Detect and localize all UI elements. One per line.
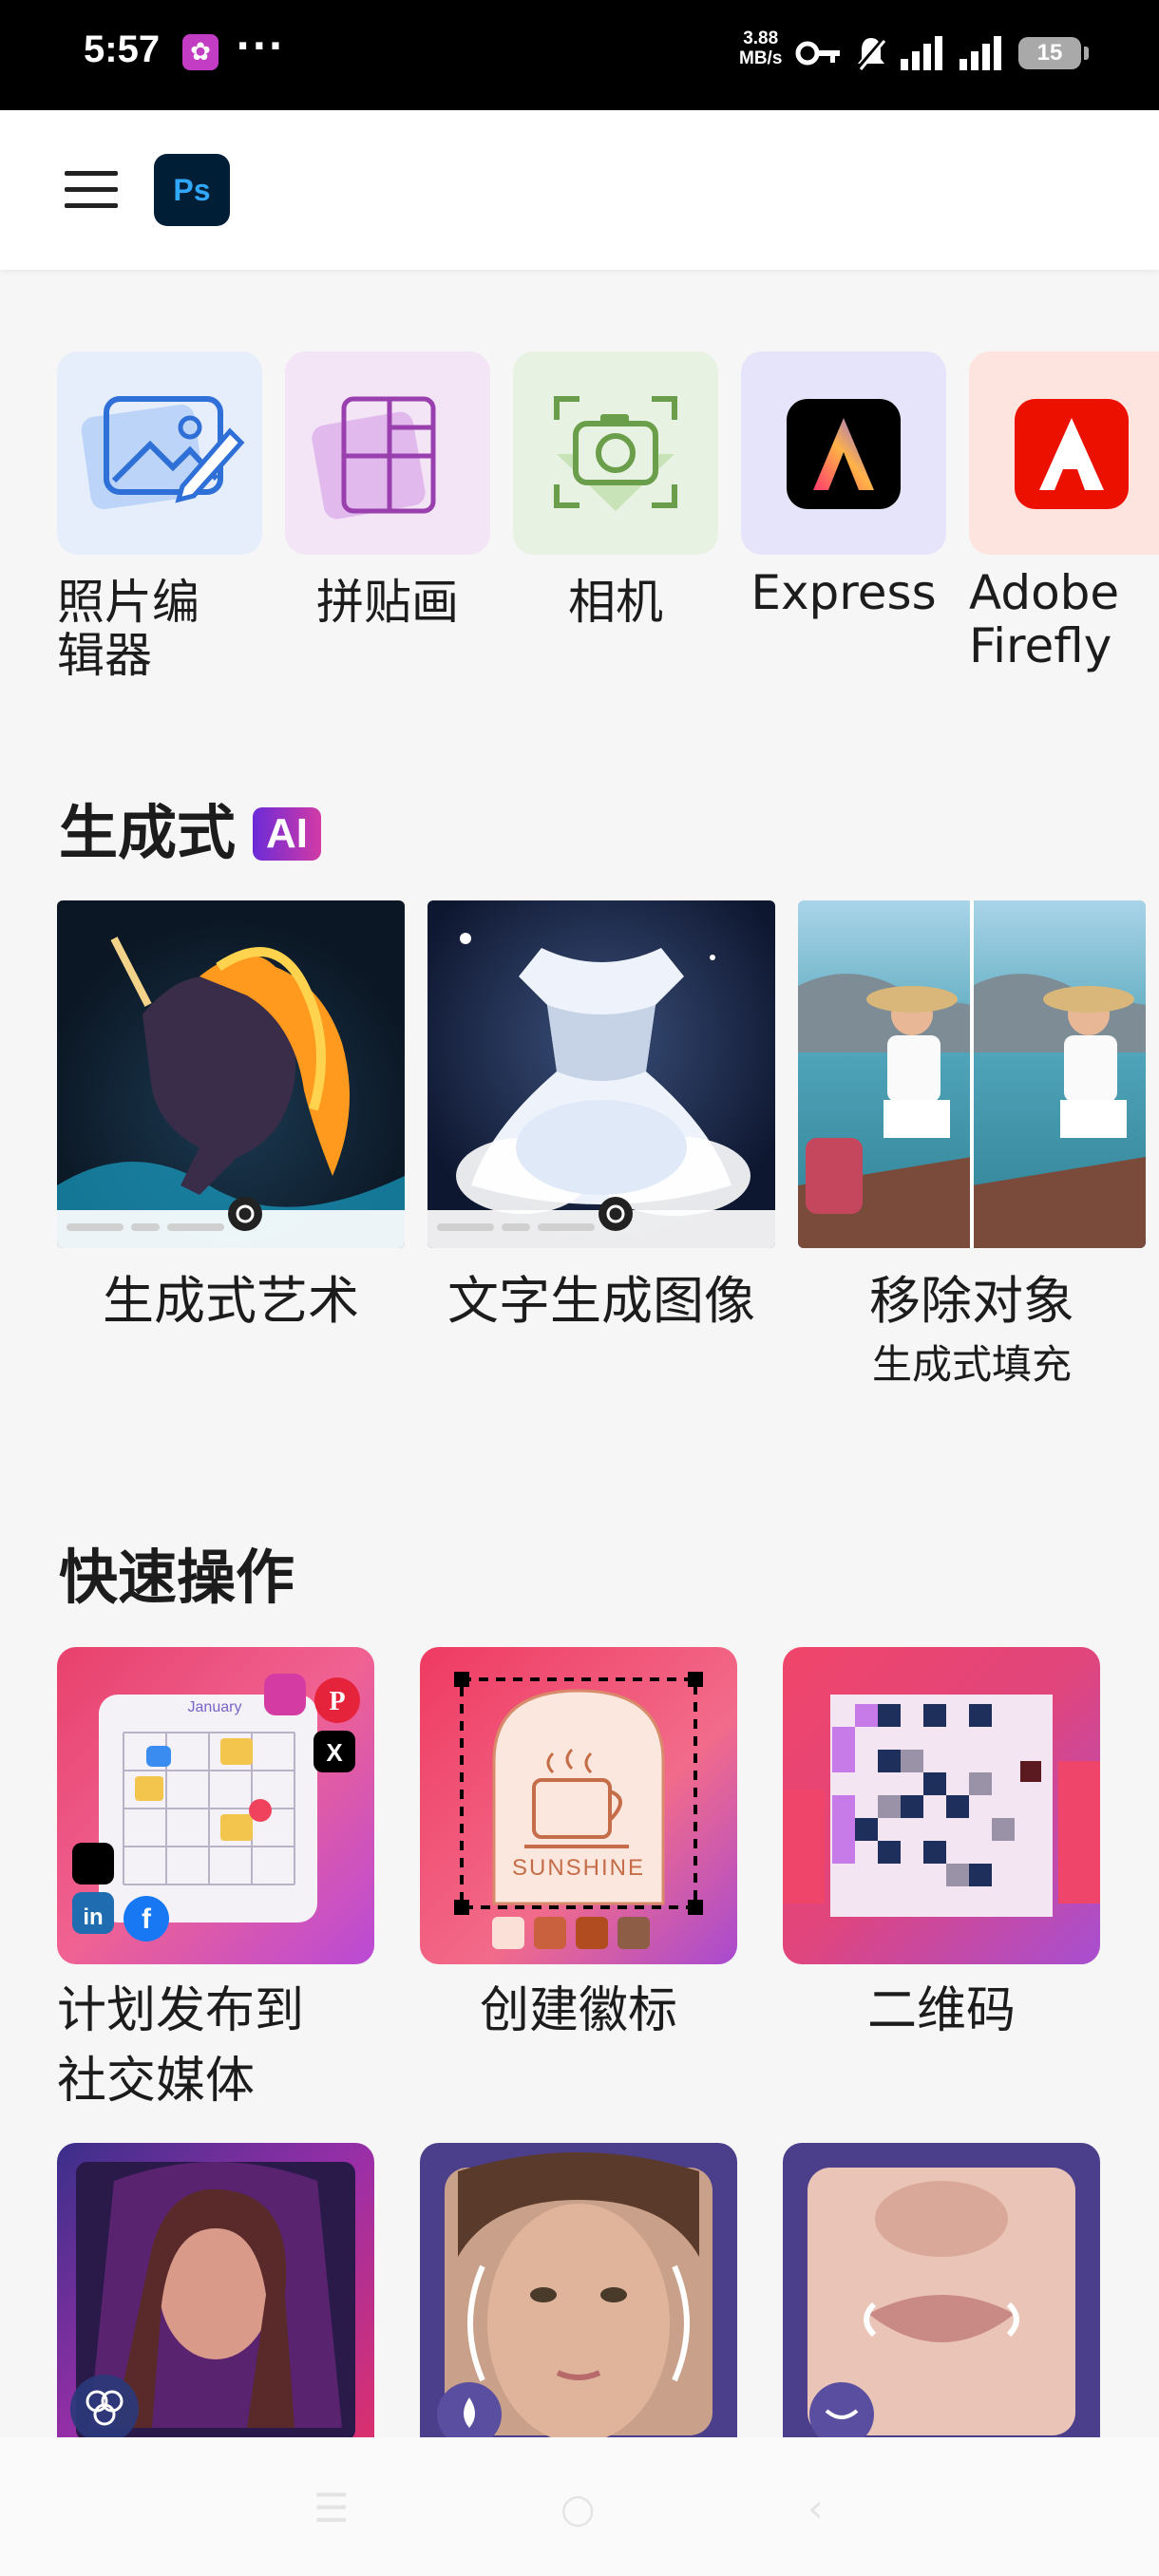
gen-card-text-to-image[interactable]: 文字生成图像	[428, 900, 775, 1332]
camera-icon	[513, 351, 718, 555]
beach-woman-image	[798, 900, 1146, 1248]
system-nav-bar: ☰ ○ ‹	[0, 2437, 1159, 2576]
quick-action-portrait-effects[interactable]	[57, 2143, 374, 2460]
unicorn-image	[57, 900, 405, 1248]
status-bar: 5:57 ✿ ··· 3.88 MB/s 15	[0, 0, 1159, 110]
status-time: 5:57	[84, 28, 161, 70]
recents-nav-icon[interactable]: ☰	[314, 2485, 350, 2531]
notification-app-icon: ✿	[182, 34, 218, 70]
tool-label: Adobe Firefly	[969, 565, 1120, 673]
tool-label: 相机	[568, 575, 663, 630]
social-calendar-image: January f in X P	[57, 1647, 374, 1964]
quick-action-title: 创建徽标	[479, 1982, 677, 2039]
more-notifications-icon: ···	[236, 25, 285, 68]
adobe-express-icon	[741, 351, 946, 555]
tool-camera[interactable]: 相机	[513, 351, 718, 629]
network-speed-value: 3.88	[743, 28, 779, 48]
logo-maker-image: SUNSHINE	[420, 1647, 737, 1964]
quick-action-qr[interactable]: 二维码	[783, 1647, 1100, 2046]
tool-label: Express	[750, 565, 937, 620]
gen-card-art[interactable]: 生成式艺术	[57, 900, 405, 1332]
app-bar: Ps	[0, 110, 1159, 270]
tool-label: 照片编辑器	[57, 575, 200, 683]
tool-collage[interactable]: 拼贴画	[285, 351, 490, 629]
svg-text:P: P	[329, 1687, 345, 1716]
neon-portrait-image	[57, 2143, 374, 2460]
photoshop-logo[interactable]: Ps	[154, 154, 230, 226]
quick-action-skin-smoothing[interactable]	[420, 2143, 737, 2460]
svg-text:f: f	[142, 1904, 152, 1935]
gen-card-remove-object[interactable]: 移除对象 生成式填充	[798, 900, 1146, 1389]
cloud-dress-image	[428, 900, 775, 1248]
battery-icon: 15	[1018, 37, 1089, 69]
signal-icon	[901, 36, 942, 70]
network-speed: 3.88 MB/s	[739, 28, 782, 68]
section-title-text: 生成式	[59, 798, 237, 867]
tool-firefly[interactable]: Adobe Firefly	[969, 351, 1159, 672]
back-nav-icon[interactable]: ‹	[808, 2485, 824, 2531]
gen-card-title: 文字生成图像	[447, 1271, 755, 1331]
calendar-month-label: January	[188, 1699, 242, 1715]
network-speed-unit: MB/s	[739, 48, 783, 68]
logo-brand-text: SUNSHINE	[512, 1855, 645, 1881]
quick-action-title: 二维码	[866, 1982, 1016, 2039]
photo-edit-icon	[57, 351, 262, 555]
adobe-firefly-icon	[969, 351, 1159, 555]
mute-bell-icon	[857, 37, 886, 70]
key-icon	[795, 41, 840, 66]
quick-actions-title: 快速操作	[59, 1543, 295, 1612]
tool-label: 拼贴画	[316, 575, 459, 630]
tool-express[interactable]: Express	[741, 351, 946, 619]
svg-text:X: X	[326, 1738, 343, 1767]
hamburger-menu-icon[interactable]	[65, 171, 118, 211]
gen-card-title: 移除对象	[869, 1271, 1074, 1331]
signal-icon-2	[960, 36, 1001, 70]
gen-card-title: 生成式艺术	[103, 1271, 359, 1331]
qr-code-image	[783, 1647, 1100, 1964]
quick-action-social[interactable]: January f in X P 计划发布到社交媒体	[57, 1647, 374, 2116]
generative-section-title: 生成式 AI	[59, 785, 322, 870]
quick-action-logo[interactable]: SUNSHINE 创建徽标	[420, 1647, 737, 2046]
face-portrait-image	[420, 2143, 737, 2460]
home-nav-icon[interactable]: ○	[560, 2485, 596, 2531]
lips-closeup-image	[783, 2143, 1100, 2460]
ai-badge: AI	[253, 807, 322, 861]
collage-icon	[285, 351, 490, 555]
status-icons: 15	[794, 32, 1089, 74]
quick-action-title: 计划发布到社交媒体	[57, 1982, 305, 2110]
svg-text:in: in	[83, 1904, 103, 1930]
quick-action-smile[interactable]	[783, 2143, 1100, 2460]
tool-photo-editor[interactable]: 照片编辑器	[57, 351, 262, 682]
gen-card-subtitle: 生成式填充	[871, 1341, 1072, 1388]
